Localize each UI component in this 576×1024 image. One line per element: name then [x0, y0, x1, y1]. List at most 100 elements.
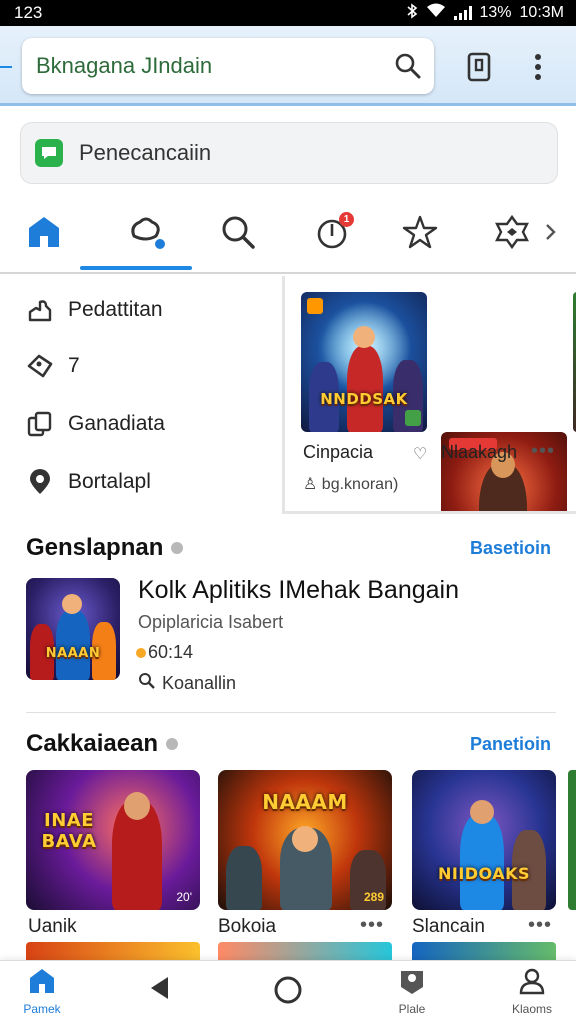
- home-icon[interactable]: [22, 210, 66, 254]
- section-title-text: Genslapnan: [26, 534, 164, 561]
- grid-card-2[interactable]: NIIDOAKS: [412, 770, 556, 910]
- side-menu: Pedattitan 7 Ganadiata Bortalapl: [0, 282, 276, 512]
- art-head: [353, 326, 375, 348]
- address-text[interactable]: Bknagana JIndain: [36, 53, 394, 79]
- next-row-peek: [26, 942, 200, 960]
- category-tabs: 1: [0, 196, 576, 274]
- tabs-icon[interactable]: [460, 48, 498, 86]
- art-figure: [226, 846, 262, 910]
- location-icon: [26, 468, 54, 496]
- grid-card-peek: [568, 770, 576, 910]
- side-item-label: Bortalapl: [68, 470, 151, 493]
- search-input[interactable]: Penecancaiin: [20, 122, 558, 184]
- copy-icon: [26, 410, 54, 438]
- featured-meta: ♙ bg.knoran): [303, 474, 398, 494]
- section-dot: [171, 542, 184, 554]
- featured-title-0[interactable]: Cinpacia: [303, 442, 373, 463]
- side-item-label: Pedattitan: [68, 298, 163, 321]
- section-link-1[interactable]: Basetioin: [470, 538, 551, 559]
- more-horiz-icon[interactable]: •••: [531, 440, 555, 463]
- clock: 10:3M: [519, 4, 564, 21]
- wifi-icon: [426, 3, 446, 23]
- address-bar[interactable]: Bknagana JIndain: [22, 38, 434, 94]
- app-subtitle: Opiplaricia Isabert: [138, 612, 284, 632]
- grid-card-1[interactable]: NAAAM 289: [218, 770, 392, 910]
- app-time: 60:14: [136, 642, 193, 663]
- side-item-label: 7: [68, 354, 80, 377]
- status-time-left: 123: [14, 3, 43, 22]
- art-figure: [460, 814, 504, 910]
- nav-item-back[interactable]: [120, 975, 200, 1006]
- circle-home-icon: [273, 975, 303, 1010]
- person-icon: [26, 296, 54, 324]
- app-time-text: 60:14: [148, 642, 194, 662]
- section-title-text: Cakkaiaean: [26, 730, 159, 757]
- featured-panel: NNDDSAK Cinpacia ♡ Nlaakagh ••• ♙ bg.kno…: [282, 276, 576, 514]
- game-badge-icon: [307, 298, 323, 314]
- art-head: [470, 800, 494, 824]
- next-row-peek: [218, 942, 392, 960]
- art-title: INAE BAVA: [41, 810, 97, 852]
- search-icon[interactable]: [394, 52, 422, 80]
- featured-card-0[interactable]: NNDDSAK: [301, 292, 427, 432]
- notification-icon[interactable]: 1: [310, 210, 354, 254]
- card-corner-text: 20': [176, 890, 192, 904]
- tag-icon: [26, 352, 54, 380]
- map-pin-icon: [398, 967, 426, 1000]
- art-head: [124, 792, 150, 820]
- status-indicators: 13% 10:3M: [406, 2, 564, 24]
- featured-meta-text: bg.knoran): [321, 476, 399, 493]
- side-item-1[interactable]: 7: [26, 352, 80, 380]
- coin-icon: [136, 647, 146, 658]
- more-horiz-icon[interactable]: •••: [360, 914, 384, 937]
- app-thumbnail[interactable]: NAAAN: [26, 578, 120, 680]
- notification-badge: 1: [339, 212, 354, 227]
- app-developer: Koanallin: [138, 672, 236, 695]
- game-badge-icon: [405, 410, 421, 426]
- signal-icon: [453, 6, 472, 20]
- divider: [26, 712, 556, 713]
- art-figure: [347, 346, 383, 432]
- side-item-0[interactable]: Pedattitan: [26, 296, 163, 324]
- search-placeholder: Penecancaiin: [79, 140, 212, 165]
- star-icon[interactable]: [398, 210, 442, 254]
- profile-icon: [518, 967, 546, 1000]
- nav-item-home-circle[interactable]: [248, 975, 328, 1010]
- app-name[interactable]: Kolk Aplitiks IMehak Bangain: [138, 576, 459, 605]
- side-item-2[interactable]: Ganadiata: [26, 410, 165, 438]
- back-icon: [148, 975, 172, 1006]
- browser-toolbar: Bknagana JIndain: [0, 26, 576, 106]
- featured-title-1[interactable]: Nlaakagh: [441, 442, 517, 463]
- side-item-label: Ganadiata: [68, 412, 165, 435]
- art-title: NAAAM: [262, 790, 348, 814]
- more-vert-icon[interactable]: [522, 48, 554, 86]
- next-row-peek: [412, 942, 556, 960]
- nav-label: Plale: [398, 1002, 426, 1016]
- bluetooth-icon: [406, 2, 418, 24]
- nav-item-profile[interactable]: Klaoms: [492, 967, 572, 1016]
- art-head: [62, 594, 82, 614]
- grid-label-2[interactable]: Slancain: [412, 916, 485, 938]
- heart-icon[interactable]: ♡: [413, 444, 427, 464]
- more-horiz-icon[interactable]: •••: [528, 914, 552, 937]
- section-title-1: Genslapnan: [26, 534, 184, 562]
- section-dot: [166, 738, 179, 750]
- nav-item-map[interactable]: Plale: [372, 967, 452, 1016]
- side-item-3[interactable]: Bortalapl: [26, 468, 151, 496]
- search-icon[interactable]: [216, 210, 260, 254]
- search-icon: [138, 672, 156, 695]
- grid-card-0[interactable]: INAE BAVA 20': [26, 770, 200, 910]
- section-link-2[interactable]: Panetioin: [470, 734, 551, 755]
- grid-label-1[interactable]: Bokoia: [218, 916, 276, 938]
- apps-icon[interactable]: [124, 210, 168, 254]
- chevron-right-icon[interactable]: [538, 216, 562, 248]
- bottom-nav: Pamek Plale Klaoms: [0, 960, 576, 1024]
- art-title: NAAAN: [45, 646, 101, 661]
- user-icon: ♙: [303, 476, 318, 493]
- art-head: [292, 826, 318, 852]
- card-corner-text: 289: [363, 890, 384, 904]
- nav-item-home[interactable]: Pamek: [2, 967, 82, 1016]
- gamepad-icon[interactable]: [490, 210, 534, 254]
- status-bar: 123 13% 10:3M: [0, 0, 576, 26]
- grid-label-0[interactable]: Uanik: [28, 916, 77, 938]
